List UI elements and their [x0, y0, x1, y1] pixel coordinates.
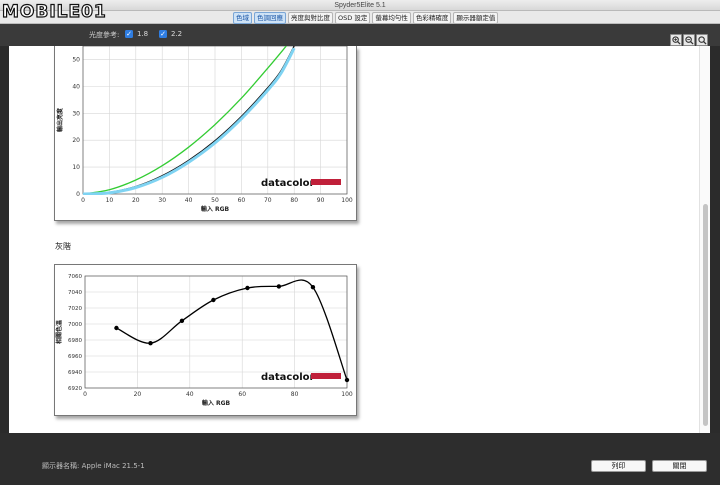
- x-tick-label: 50: [211, 197, 219, 204]
- x-tick-label: 30: [158, 197, 166, 204]
- gamma-2-2-label: 2.2: [171, 30, 183, 38]
- gray-section-title: 灰階: [55, 242, 71, 251]
- content-scrollbar[interactable]: [699, 46, 710, 433]
- series-line-0: [116, 279, 347, 381]
- y-tick-label: 10: [72, 164, 80, 171]
- y-axis-label: 輸出亮度: [56, 107, 64, 132]
- tab-strip: 色域 色調回應 亮度與對比度 OSD 設定 螢幕均勻性 色彩精確度 顯示器額定值: [233, 12, 500, 24]
- tab-bar: 色域 色調回應 亮度與對比度 OSD 設定 螢幕均勻性 色彩精確度 顯示器額定值: [0, 11, 720, 24]
- x-tick-label: 80: [291, 391, 299, 398]
- y-axis-label: 相關色溫: [55, 320, 63, 344]
- y-tick-label: 7000: [68, 322, 82, 328]
- x-tick-label: 60: [238, 197, 246, 204]
- x-tick-label: 0: [83, 391, 87, 398]
- options-header: 光度參考: ✓ 1.8 ✓ 2.2: [0, 24, 720, 46]
- data-point: [114, 325, 119, 331]
- footer-bar: 顯示器名稱: Apple iMac 21.5-1 列印 關閉: [0, 433, 720, 485]
- y-tick-label: 6920: [68, 386, 82, 392]
- tab-tone-response[interactable]: 色調回應: [254, 12, 286, 24]
- data-point: [245, 285, 250, 291]
- datacolor-brand: datacolor: [261, 178, 315, 189]
- tab-color-accuracy[interactable]: 色彩精確度: [412, 12, 452, 24]
- y-tick-label: 6980: [68, 338, 82, 344]
- zoom-out-icon: [684, 35, 694, 45]
- datacolor-brand-bar: [311, 373, 341, 379]
- data-point: [211, 297, 216, 303]
- tab-monitor-rating[interactable]: 顯示器額定值: [453, 12, 499, 24]
- y-tick-label: 30: [72, 110, 80, 117]
- gamma-reference-label: 光度參考:: [89, 31, 120, 39]
- gamma-1-8-checkbox[interactable]: ✓: [125, 30, 133, 38]
- tab-osd-settings[interactable]: OSD 設定: [335, 12, 371, 24]
- logo-text: MOBILE01: [1, 1, 107, 22]
- y-tick-label: 7040: [68, 290, 82, 296]
- x-tick-label: 100: [341, 197, 353, 204]
- zoom-fit-icon: [697, 35, 707, 45]
- x-tick-label: 90: [317, 197, 325, 204]
- gray-cct-chart: 0 20 40 60 80 100 6920 6940 6960 6980 7000 7020 7040…: [54, 264, 357, 416]
- x-tick-label: 100: [341, 391, 353, 398]
- display-name-label: 顯示器名稱: Apple iMac 21.5-1: [42, 462, 145, 470]
- x-axis-label: 輸入 RGB: [202, 399, 231, 407]
- scrollbar-thumb[interactable]: [703, 204, 708, 426]
- tone-response-plot: 0 10 20 30 40 50 60 70 80 90 10001020304050輸入 RGB輸…: [56, 46, 353, 213]
- tab-brightness-contrast[interactable]: 亮度與對比度: [288, 12, 333, 24]
- x-tick-label: 40: [186, 391, 194, 398]
- y-tick-label: 6940: [68, 370, 82, 376]
- tab-gamut[interactable]: 色域: [233, 12, 252, 24]
- y-tick-label: 7020: [68, 306, 82, 312]
- datacolor-brand: datacolor: [261, 372, 315, 383]
- data-point: [310, 285, 316, 290]
- data-point: [179, 318, 185, 323]
- zoom-fit-button[interactable]: [696, 34, 708, 46]
- x-tick-label: 40: [185, 197, 193, 204]
- tab-uniformity[interactable]: 螢幕均勻性: [372, 12, 411, 24]
- window-titlebar: Spyder5Elite 5.1: [0, 0, 720, 11]
- gamma-1-8-label: 1.8: [137, 30, 149, 38]
- x-axis-label: 輸入 RGB: [201, 205, 230, 213]
- y-tick-label: 6960: [68, 354, 82, 360]
- x-tick-label: 0: [81, 197, 85, 204]
- tone-response-chart: 0 10 20 30 40 50 60 70 80 90 100 0 10 20 30 40 50 輸入 RGB 輸…: [54, 46, 357, 221]
- window-title: Spyder5Elite 5.1: [334, 2, 386, 9]
- gamma-2-2-checkbox[interactable]: ✓: [159, 30, 167, 38]
- x-tick-label: 20: [132, 197, 140, 204]
- x-tick-label: 80: [290, 197, 298, 204]
- zoom-in-icon: [671, 35, 681, 45]
- x-tick-label: 10: [106, 197, 114, 204]
- datacolor-brand-bar: [311, 179, 341, 185]
- brand-logo: MOBILE01: [1, 1, 107, 23]
- x-tick-label: 60: [238, 391, 246, 398]
- y-tick-label: 20: [72, 137, 80, 144]
- zoom-out-button[interactable]: [683, 34, 695, 46]
- x-tick-label: 70: [264, 197, 272, 204]
- data-point: [276, 284, 282, 289]
- y-tick-label: 7060: [68, 274, 82, 280]
- data-point: [344, 377, 350, 383]
- y-tick-label: 40: [72, 83, 80, 90]
- x-tick-label: 20: [134, 391, 142, 398]
- y-tick-label: 0: [76, 191, 80, 198]
- data-point: [148, 341, 153, 346]
- series-line-0: [83, 46, 287, 195]
- zoom-in-button[interactable]: [670, 34, 682, 46]
- close-button[interactable]: 關閉: [652, 460, 707, 472]
- print-button[interactable]: 列印: [591, 460, 646, 472]
- gray-cct-plot: 0 20 40 60 80 100 6920 6940 6960 6980 7000 7020 7040…: [55, 274, 353, 407]
- y-tick-label: 50: [72, 56, 80, 63]
